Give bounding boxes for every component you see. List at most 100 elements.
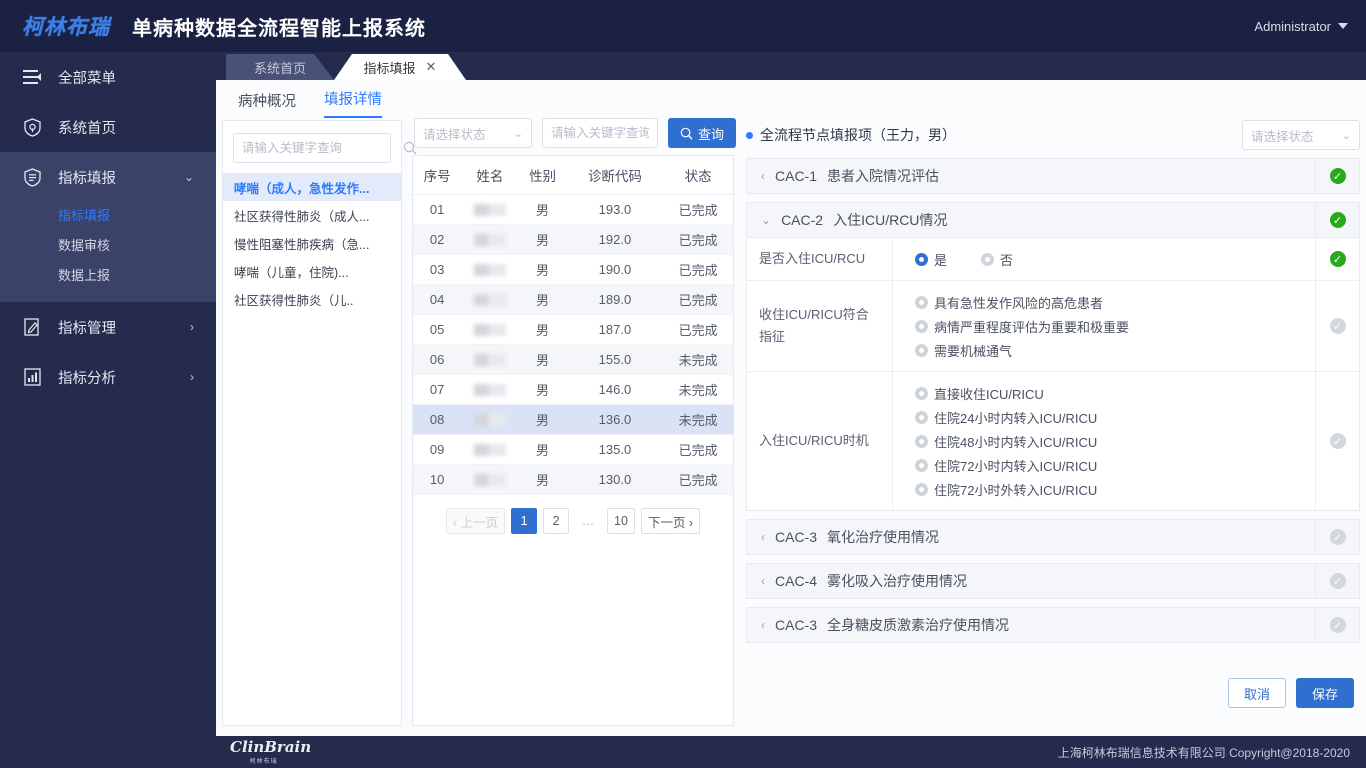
form-section-header[interactable]: ‹ CAC-4 雾化吸入治疗使用情况 ✓ xyxy=(747,564,1359,598)
table-row[interactable]: 08 男 136.0 未完成 xyxy=(413,404,733,435)
radio-option[interactable]: 是 xyxy=(915,247,947,271)
form-shield-icon xyxy=(22,167,42,187)
pagination-prev[interactable]: ‹ 上一页 xyxy=(445,508,506,534)
sidebar-subitem-report-fill[interactable]: 指标填报 xyxy=(0,202,216,226)
radio-option[interactable]: 需要机械通气 xyxy=(915,338,1315,362)
table-row[interactable]: 05 男 187.0 已完成 xyxy=(413,314,733,345)
form-section-code: CAC-3 xyxy=(775,617,818,633)
radio-option[interactable]: 住院24小时内转入ICU/RICU xyxy=(915,405,1315,429)
sidebar-item-home[interactable]: 系统首页 xyxy=(0,102,216,152)
table-header-row: 序号 姓名 性别 诊断代码 状态 xyxy=(413,156,733,195)
radio-button-icon[interactable] xyxy=(915,410,928,424)
check-circle-icon: ✓ xyxy=(1329,529,1346,545)
sidebar-item-label: 全部菜单 xyxy=(58,70,116,87)
cell-name xyxy=(461,344,519,375)
disease-search-box[interactable] xyxy=(233,133,417,163)
cancel-button[interactable]: 取消 xyxy=(1227,678,1286,708)
form-title: 全流程节点填报项（王力，男） xyxy=(760,127,956,143)
radio-option[interactable]: 具有急性发作风险的高危患者 xyxy=(915,290,1315,314)
radio-button-icon[interactable] xyxy=(915,343,928,357)
table-row[interactable]: 06 男 155.0 未完成 xyxy=(413,344,733,375)
form-status-select[interactable]: 请选择状态 ⌄ xyxy=(1242,120,1360,150)
table-row[interactable]: 10 男 130.0 已完成 xyxy=(413,464,733,495)
radio-button-icon[interactable] xyxy=(915,295,928,309)
cell-sex: 男 xyxy=(518,254,567,285)
form-section-header[interactable]: ‹ CAC-3 全身糖皮质激素治疗使用情况 ✓ xyxy=(747,608,1359,642)
radio-button-icon[interactable] xyxy=(915,252,928,266)
status-select[interactable]: 请选择状态 ⌄ xyxy=(414,118,532,148)
cell-sex: 男 xyxy=(518,464,567,495)
redacted-name xyxy=(473,264,506,277)
sidebar-subitem-data-upload[interactable]: 数据上报 xyxy=(0,262,216,286)
radio-group: 具有急性发作风险的高危患者病情严重程度评估为重要和极重要需要机械通气 xyxy=(915,290,1315,362)
table-row[interactable]: 03 男 190.0 已完成 xyxy=(413,254,733,285)
tab-system-home[interactable]: 系统首页 xyxy=(226,54,334,80)
cell-index: 08 xyxy=(413,404,462,435)
radio-option[interactable]: 住院72小时外转入ICU/RICU xyxy=(915,477,1315,501)
form-section-header[interactable]: ⌄ CAC-2 入住ICU/RCU情况 ✓ xyxy=(747,203,1359,237)
sidebar-subitem-data-audit[interactable]: 数据审核 xyxy=(0,232,216,256)
cell-index: 01 xyxy=(413,194,462,225)
form-field-status: ✓ xyxy=(1315,372,1359,510)
form-section-name: 氧化治疗使用情况 xyxy=(827,529,940,545)
query-button[interactable]: 查询 xyxy=(668,118,737,148)
sidebar-item-indicator-manage[interactable]: 指标管理 › xyxy=(0,302,216,352)
sidebar-item-indicator-analysis[interactable]: 指标分析 › xyxy=(0,352,216,402)
redacted-name xyxy=(473,294,506,307)
radio-option[interactable]: 病情严重程度评估为重要和极重要 xyxy=(915,314,1315,338)
disease-search-input[interactable] xyxy=(242,141,403,155)
form-section-name: 入住ICU/RCU情况 xyxy=(833,212,948,228)
radio-button-icon[interactable] xyxy=(915,458,928,472)
pagination-page[interactable]: 2 xyxy=(543,508,570,534)
disease-list-item[interactable]: 社区获得性肺炎（成人... xyxy=(223,201,401,229)
form-section-header[interactable]: ‹ CAC-1 患者入院情况评估 ✓ xyxy=(747,159,1359,193)
keyword-search-input[interactable] xyxy=(551,126,649,140)
radio-button-icon[interactable] xyxy=(915,319,928,333)
form-field-row: 收住ICU/RICU符合指征 具有急性发作风险的高危患者 病情严重程度评估为重要和极… xyxy=(747,281,1359,372)
sub-tab-label: 病种概况 xyxy=(238,94,296,110)
table-row[interactable]: 02 男 192.0 已完成 xyxy=(413,224,733,255)
disease-list-item[interactable]: 社区获得性肺炎（儿.. xyxy=(223,285,401,313)
pagination-next[interactable]: 下一页 › xyxy=(640,508,701,534)
form-field-row: 是否入住ICU/RCU 是否 ✓ xyxy=(747,238,1359,281)
form-section-status: ✓ xyxy=(1315,520,1359,554)
disease-list-item[interactable]: 慢性阻塞性肺疾病（急... xyxy=(223,229,401,257)
disease-list-item[interactable]: 哮喘（儿童，住院)... xyxy=(223,257,401,285)
sub-tab-bar: 病种概况 填报详情 xyxy=(238,88,382,118)
accordion-list: ‹ CAC-1 患者入院情况评估 ✓ ⌄ CAC-2 入住ICU/RCU情况 ✓ 是否入住ICU… xyxy=(746,158,1360,643)
sidebar-subitem-label: 数据上报 xyxy=(58,267,111,283)
form-section-status: ✓ xyxy=(1315,608,1359,642)
sidebar-item-report[interactable]: 指标填报 ⌄ xyxy=(0,152,216,202)
radio-option[interactable]: 否 xyxy=(981,247,1013,271)
radio-button-icon[interactable] xyxy=(915,482,928,496)
radio-option[interactable]: 住院48小时内转入ICU/RICU xyxy=(915,429,1315,453)
tab-report-detail[interactable]: 填报详情 xyxy=(324,88,382,118)
status-badge: 已完成 xyxy=(663,224,733,255)
form-header: 全流程节点填报项（王力，男） 请选择状态 ⌄ xyxy=(746,120,1360,150)
radio-option[interactable]: 住院72小时内转入ICU/RICU xyxy=(915,453,1315,477)
pagination-page[interactable]: 10 xyxy=(607,508,635,534)
close-icon[interactable]: ✕ xyxy=(426,59,437,75)
tab-indicator-report[interactable]: 指标填报 ✕ xyxy=(334,54,466,80)
radio-button-icon[interactable] xyxy=(981,252,995,266)
status-badge: 已完成 xyxy=(663,434,733,465)
disease-list-item[interactable]: 哮喘（成人，急性发作... xyxy=(223,173,401,201)
radio-button-icon[interactable] xyxy=(915,386,928,400)
tab-disease-overview[interactable]: 病种概况 xyxy=(238,90,296,118)
sidebar-item-all-menu[interactable]: 全部菜单 xyxy=(0,52,216,102)
form-section: ‹ CAC-4 雾化吸入治疗使用情况 ✓ xyxy=(746,563,1360,599)
user-menu[interactable]: Administrator xyxy=(1254,19,1348,34)
form-section-header[interactable]: ‹ CAC-3 氧化治疗使用情况 ✓ xyxy=(747,520,1359,554)
table-row[interactable]: 09 男 135.0 已完成 xyxy=(413,434,733,465)
keyword-search-box[interactable] xyxy=(542,118,658,148)
form-field-label: 是否入住ICU/RCU xyxy=(747,238,893,280)
table-row[interactable]: 04 男 189.0 已完成 xyxy=(413,284,733,315)
radio-option[interactable]: 直接收住ICU/RICU xyxy=(915,381,1315,405)
table-row[interactable]: 07 男 146.0 未完成 xyxy=(413,374,733,405)
save-button[interactable]: 保存 xyxy=(1295,678,1354,708)
table-row[interactable]: 01 男 193.0 已完成 xyxy=(413,194,733,225)
radio-button-icon[interactable] xyxy=(915,434,928,448)
pagination-page[interactable]: 1 xyxy=(511,508,538,534)
tab-bar: 系统首页 指标填报 ✕ xyxy=(216,52,1366,80)
radio-option-label: 病情严重程度评估为重要和极重要 xyxy=(934,319,1130,335)
